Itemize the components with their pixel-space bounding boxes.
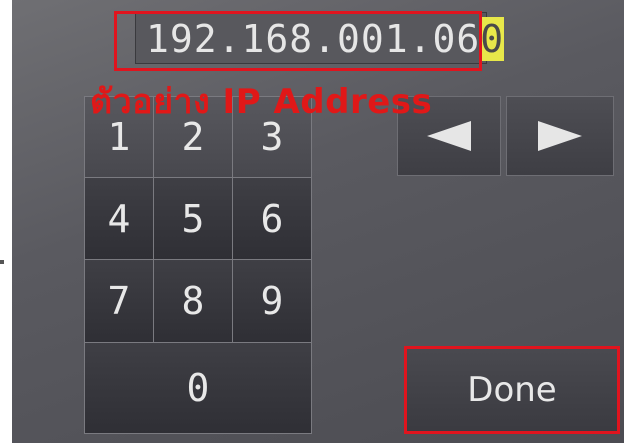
cursor-right-button[interactable] <box>506 96 614 176</box>
bezel-mark <box>0 260 4 264</box>
ip-address-cursor: 0 <box>480 17 505 61</box>
example-ip-caption: ตัวอย่าง IP Address <box>90 82 433 122</box>
key-9[interactable]: 9 <box>232 259 312 343</box>
key-7[interactable]: 7 <box>84 259 154 343</box>
key-6[interactable]: 6 <box>232 177 312 260</box>
ip-field-highlight-box <box>114 11 482 71</box>
screen-bezel <box>0 0 12 443</box>
key-0[interactable]: 0 <box>84 342 312 434</box>
right-arrow-icon <box>538 121 582 151</box>
key-5[interactable]: 5 <box>153 177 233 260</box>
key-4[interactable]: 4 <box>84 177 154 260</box>
left-arrow-icon <box>427 121 471 151</box>
done-button[interactable]: Done <box>404 346 620 434</box>
key-8[interactable]: 8 <box>153 259 233 343</box>
